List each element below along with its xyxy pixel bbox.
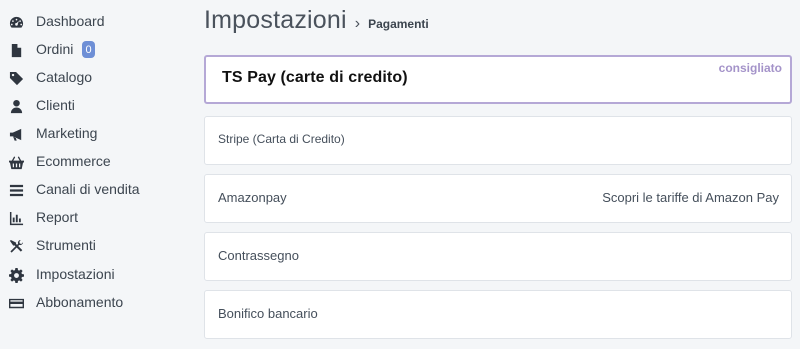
sidebar-item-canali-di-vendita[interactable]: Canali di vendita [0,176,188,204]
recommended-badge: consigliato [718,61,782,75]
payment-option-label: Stripe (Carta di Credito) [218,132,345,146]
dashboard-icon [8,14,24,30]
sidebar-item-label: Dashboard [36,13,105,29]
amazon-pay-fees-link[interactable]: Scopri le tariffe di Amazon Pay [602,190,779,205]
bars-icon [8,182,24,198]
sidebar-item-label: Ordini [36,41,74,57]
page-title[interactable]: Impostazioni [204,6,347,35]
payment-option-ts-pay[interactable]: TS Pay (carte di credito) consigliato [204,55,792,104]
document-icon [8,42,24,58]
chart-icon [8,210,24,226]
main-content: Impostazioni › Pagamenti TS Pay (carte d… [188,0,800,349]
payment-option-stripe[interactable]: Stripe (Carta di Credito) [204,116,792,165]
sidebar: Dashboard Ordini 0 Catalogo Clienti Mark… [0,0,188,349]
sidebar-item-label: Strumenti [36,237,96,253]
tag-icon [8,70,24,86]
breadcrumb: Impostazioni › Pagamenti [204,6,429,35]
breadcrumb-current: Pagamenti [368,17,429,31]
sidebar-item-strumenti[interactable]: Strumenti [0,232,188,260]
sidebar-item-report[interactable]: Report [0,204,188,232]
orders-count-badge: 0 [82,41,95,58]
credit-card-icon [8,295,24,311]
sidebar-item-label: Ecommerce [36,153,111,169]
sidebar-item-label: Catalogo [36,69,93,85]
sidebar-item-clienti[interactable]: Clienti [0,92,188,120]
sidebar-item-abbonamento[interactable]: Abbonamento [0,289,188,317]
sidebar-item-label: Canali di vendita [36,181,140,197]
gear-icon [8,267,24,283]
sidebar-item-label: Marketing [36,125,98,141]
sidebar-item-ecommerce[interactable]: Ecommerce [0,148,188,176]
payment-option-contrassegno[interactable]: Contrassegno [204,232,792,281]
payment-option-label: TS Pay (carte di credito) [222,69,408,86]
breadcrumb-separator-icon: › [354,15,361,32]
sidebar-item-impostazioni[interactable]: Impostazioni [0,261,188,289]
tools-icon [8,238,24,254]
megaphone-icon [8,126,24,142]
payment-option-bonifico[interactable]: Bonifico bancario [204,290,792,339]
sidebar-item-label: Report [36,209,79,225]
sidebar-item-dashboard[interactable]: Dashboard [0,8,188,36]
user-icon [8,98,24,114]
payment-option-label: Contrassegno [218,248,299,263]
sidebar-item-label: Impostazioni [36,266,115,282]
basket-icon [8,154,24,170]
sidebar-item-marketing[interactable]: Marketing [0,120,188,148]
sidebar-item-label: Abbonamento [36,294,124,310]
payment-option-amazonpay[interactable]: Amazonpay Scopri le tariffe di Amazon Pa… [204,174,792,223]
sidebar-item-label: Clienti [36,97,75,113]
payment-option-label: Amazonpay [218,190,287,205]
sidebar-item-ordini[interactable]: Ordini 0 [0,36,188,64]
sidebar-item-catalogo[interactable]: Catalogo [0,64,188,92]
payment-option-label: Bonifico bancario [218,306,318,321]
